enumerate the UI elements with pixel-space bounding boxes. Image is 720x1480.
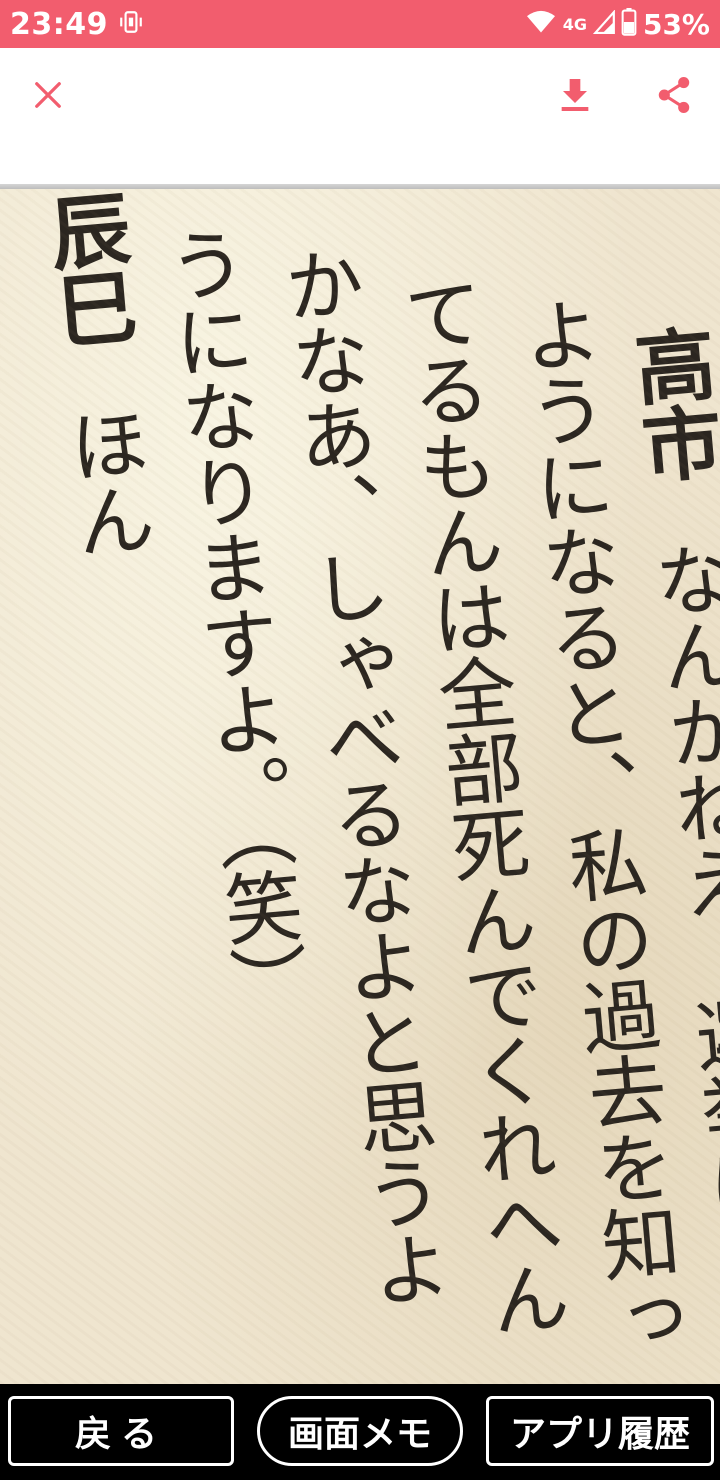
wifi-icon: [526, 10, 555, 38]
screen-memo-button[interactable]: 画面メモ: [257, 1396, 463, 1466]
network-type: 4G: [562, 14, 587, 34]
close-button[interactable]: [23, 72, 73, 122]
status-right: 4G 53%: [526, 7, 710, 41]
battery-percent: 53%: [642, 7, 710, 41]
close-icon: [33, 80, 63, 114]
share-button[interactable]: [649, 72, 699, 122]
share-icon: [657, 77, 691, 117]
app-bar: [0, 48, 720, 186]
image-viewer[interactable]: 高市なんかねえ、選挙に出る ようになると、私の過去を知っ てるもんは全部死んでく…: [0, 189, 720, 1384]
column-text: ほん: [53, 401, 157, 562]
signal-icon: [592, 9, 615, 38]
text-column: 辰巳ほん: [34, 189, 157, 561]
scanned-article-image: 高市なんかねえ、選挙に出る ようになると、私の過去を知っ てるもんは全部死んでく…: [0, 189, 720, 1384]
download-button[interactable]: [550, 72, 600, 122]
app-history-button[interactable]: アプリ履歴: [486, 1396, 714, 1466]
bottom-nav-bar: 戻る 画面メモ アプリ履歴: [0, 1384, 720, 1480]
vibrate-icon: [118, 9, 144, 39]
download-icon: [559, 77, 591, 117]
speaker-label: 辰巳: [34, 189, 141, 350]
speaker-label: 高市: [619, 321, 720, 485]
back-button[interactable]: 戻る: [8, 1396, 234, 1466]
status-left: 23:49: [10, 7, 144, 42]
clock-time: 23:49: [10, 6, 108, 42]
battery-icon: [621, 8, 637, 40]
status-bar: 23:49 4G 53%: [0, 0, 720, 48]
